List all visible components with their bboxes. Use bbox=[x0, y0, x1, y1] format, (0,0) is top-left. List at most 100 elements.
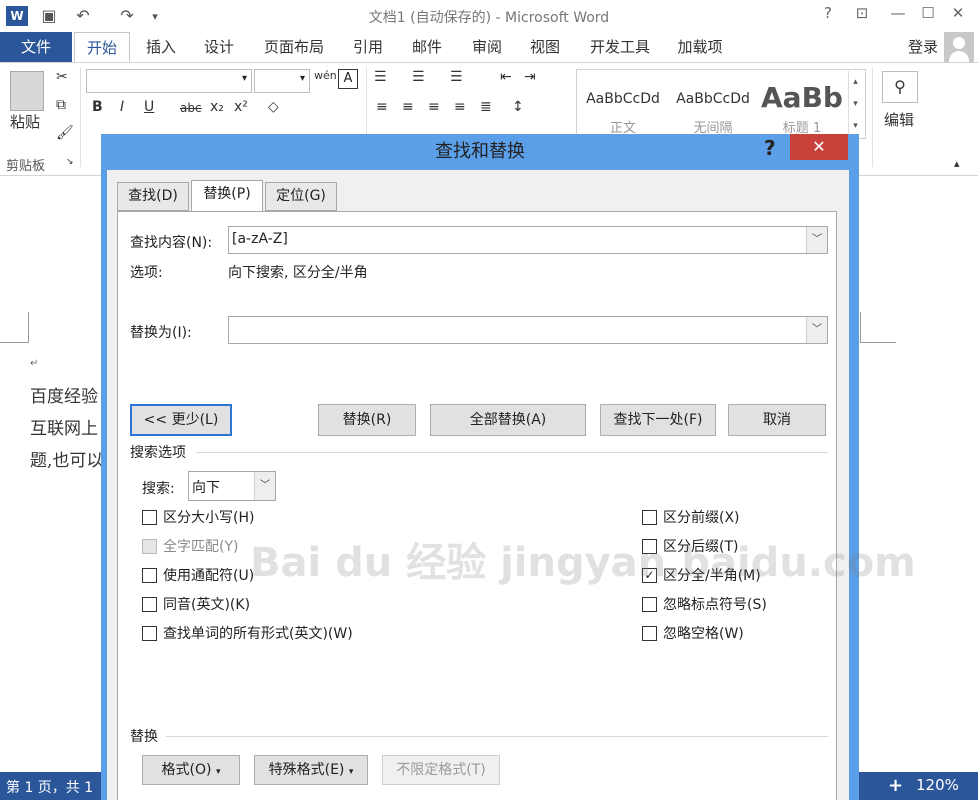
style-heading-1[interactable]: AaBb 标题 1 bbox=[758, 71, 846, 137]
styles-scroll[interactable]: ▴ ▾ ▾ bbox=[848, 71, 862, 135]
dialog-close-icon[interactable]: ✕ bbox=[790, 134, 848, 160]
login-link[interactable]: 登录 bbox=[908, 32, 938, 62]
search-direction-select[interactable]: 向下 ﹀ bbox=[188, 471, 276, 501]
checkbox-box[interactable] bbox=[142, 597, 157, 612]
superscript-icon[interactable]: x² bbox=[234, 99, 248, 115]
replace-panel: 查找内容(N): [a-zA-Z] ﹀ 选项: 向下搜索, 区分全/半角 替换为… bbox=[117, 211, 837, 800]
paste-label[interactable]: 粘贴 bbox=[10, 111, 40, 132]
find-what-input[interactable]: [a-zA-Z] ﹀ bbox=[228, 226, 828, 254]
page-count[interactable]: 第 1 页，共 1 bbox=[6, 777, 93, 797]
cancel-button[interactable]: 取消 bbox=[728, 404, 826, 436]
dialog-body: 查找(D) 替换(P) 定位(G) 查找内容(N): [a-zA-Z] ﹀ 选项… bbox=[107, 170, 849, 800]
underline-icon[interactable]: U bbox=[144, 99, 154, 115]
chevron-down-icon[interactable]: ﹀ bbox=[254, 472, 275, 500]
line-spacing-icon[interactable]: ↕ bbox=[512, 99, 524, 115]
tab-file[interactable]: 文件 bbox=[0, 32, 72, 62]
chevron-down-icon[interactable]: ﹀ bbox=[806, 227, 827, 253]
align-center-icon[interactable]: ≡ bbox=[402, 99, 414, 115]
options-label: 选项: bbox=[130, 265, 163, 281]
option-checkbox[interactable]: 区分大小写(H) bbox=[142, 508, 442, 528]
option-label: 同音(英文)(K) bbox=[163, 597, 251, 613]
increase-indent-icon[interactable]: ⇥ bbox=[524, 69, 536, 85]
tab-developer[interactable]: 开发工具 bbox=[580, 32, 660, 62]
tab-layout[interactable]: 页面布局 bbox=[254, 32, 334, 62]
special-format-button[interactable]: 特殊格式(E) ▾ bbox=[254, 755, 368, 785]
zoom-in-icon[interactable]: + bbox=[888, 775, 903, 796]
option-label: 查找单词的所有形式(英文)(W) bbox=[163, 626, 353, 642]
checkbox-box[interactable] bbox=[142, 568, 157, 583]
ribbon-display-icon[interactable]: ⊡ bbox=[848, 4, 876, 22]
tab-find[interactable]: 查找(D) bbox=[117, 182, 189, 211]
help-icon[interactable]: ? bbox=[814, 4, 842, 22]
strikethrough-icon[interactable]: abc bbox=[180, 101, 202, 115]
chevron-down-icon[interactable]: ﹀ bbox=[806, 317, 827, 343]
tab-review[interactable]: 审阅 bbox=[462, 32, 512, 62]
checkbox-box[interactable] bbox=[642, 597, 657, 612]
cut-icon[interactable]: ✂ bbox=[56, 69, 68, 85]
subscript-icon[interactable]: x₂ bbox=[210, 99, 224, 115]
edit-group-label[interactable]: 编辑 bbox=[884, 109, 914, 130]
doc-line[interactable]: 互联网上 bbox=[30, 414, 98, 439]
align-left-icon[interactable]: ≡ bbox=[376, 99, 388, 115]
multilevel-list-icon[interactable]: ☰ bbox=[450, 69, 463, 85]
clear-format-icon[interactable]: ◇ bbox=[268, 99, 279, 115]
format-button[interactable]: 格式(O) ▾ bbox=[142, 755, 240, 785]
find-binoculars-icon[interactable]: ⚲ bbox=[882, 71, 918, 103]
zoom-level[interactable]: 120% bbox=[916, 776, 959, 794]
bold-icon[interactable]: B bbox=[92, 99, 103, 115]
collapse-ribbon-icon[interactable]: ▴ bbox=[954, 157, 960, 170]
option-checkbox[interactable]: 区分前缀(X) bbox=[642, 508, 942, 528]
tab-insert[interactable]: 插入 bbox=[136, 32, 186, 62]
tab-mailings[interactable]: 邮件 bbox=[402, 32, 452, 62]
options-value: 向下搜索, 区分全/半角 bbox=[228, 265, 368, 281]
tab-addins[interactable]: 加载项 bbox=[668, 32, 732, 62]
tab-replace[interactable]: 替换(P) bbox=[191, 180, 263, 212]
copy-icon[interactable]: ⧉ bbox=[56, 97, 66, 113]
maximize-icon[interactable]: ☐ bbox=[914, 4, 942, 22]
no-format-button[interactable]: 不限定格式(T) bbox=[382, 755, 500, 785]
tab-home[interactable]: 开始 bbox=[74, 32, 130, 63]
less-button[interactable]: << 更少(L) bbox=[130, 404, 232, 436]
option-checkbox[interactable]: 查找单词的所有形式(英文)(W) bbox=[142, 624, 442, 644]
decrease-indent-icon[interactable]: ⇤ bbox=[500, 69, 512, 85]
option-checkbox[interactable]: 忽略空格(W) bbox=[642, 624, 942, 644]
clipboard-launcher-icon[interactable]: ↘ bbox=[66, 157, 74, 167]
option-checkbox[interactable]: 同音(英文)(K) bbox=[142, 595, 442, 615]
font-name-combo[interactable]: ▾ bbox=[86, 69, 252, 93]
tab-references[interactable]: 引用 bbox=[344, 32, 392, 62]
tab-goto[interactable]: 定位(G) bbox=[265, 182, 337, 211]
avatar[interactable] bbox=[944, 32, 974, 62]
format-painter-icon[interactable]: 🖌 bbox=[56, 125, 74, 141]
checkbox-box[interactable] bbox=[642, 626, 657, 641]
checkbox-box[interactable] bbox=[142, 510, 157, 525]
bullets-icon[interactable]: ☰ bbox=[374, 69, 387, 85]
paste-icon[interactable] bbox=[10, 71, 44, 111]
checkbox-box[interactable] bbox=[642, 510, 657, 525]
checkbox-box[interactable] bbox=[142, 626, 157, 641]
style-no-spacing[interactable]: AaBbCcDd 无间隔 bbox=[668, 71, 758, 137]
find-next-button[interactable]: 查找下一处(F) bbox=[600, 404, 716, 436]
tab-view[interactable]: 视图 bbox=[520, 32, 570, 62]
numbering-icon[interactable]: ☰ bbox=[412, 69, 425, 85]
minimize-icon[interactable]: — bbox=[884, 4, 912, 22]
align-right-icon[interactable]: ≡ bbox=[428, 99, 440, 115]
dialog-help-icon[interactable]: ? bbox=[764, 136, 776, 160]
replace-all-button[interactable]: 全部替换(A) bbox=[430, 404, 586, 436]
style-preview: AaBbCcDd bbox=[586, 91, 660, 107]
style-normal[interactable]: AaBbCcDd 正文 bbox=[578, 71, 668, 137]
italic-icon[interactable]: I bbox=[120, 99, 124, 115]
close-window-icon[interactable]: ✕ bbox=[944, 4, 972, 22]
phonetic-guide-icon[interactable]: wén bbox=[314, 69, 337, 82]
replace-with-input[interactable]: ﹀ bbox=[228, 316, 828, 344]
tab-design[interactable]: 设计 bbox=[194, 32, 244, 62]
doc-line[interactable]: 百度经验 bbox=[30, 382, 98, 407]
justify-icon[interactable]: ≡ bbox=[454, 99, 466, 115]
char-border-icon[interactable]: A bbox=[338, 69, 358, 89]
margin-mark bbox=[0, 342, 29, 343]
distributed-icon[interactable]: ≣ bbox=[480, 99, 492, 115]
doc-line[interactable]: 题,也可以 bbox=[30, 446, 103, 471]
replace-button[interactable]: 替换(R) bbox=[318, 404, 416, 436]
option-checkbox[interactable]: 忽略标点符号(S) bbox=[642, 595, 942, 615]
option-label: 使用通配符(U) bbox=[163, 568, 255, 584]
font-size-combo[interactable]: ▾ bbox=[254, 69, 310, 93]
